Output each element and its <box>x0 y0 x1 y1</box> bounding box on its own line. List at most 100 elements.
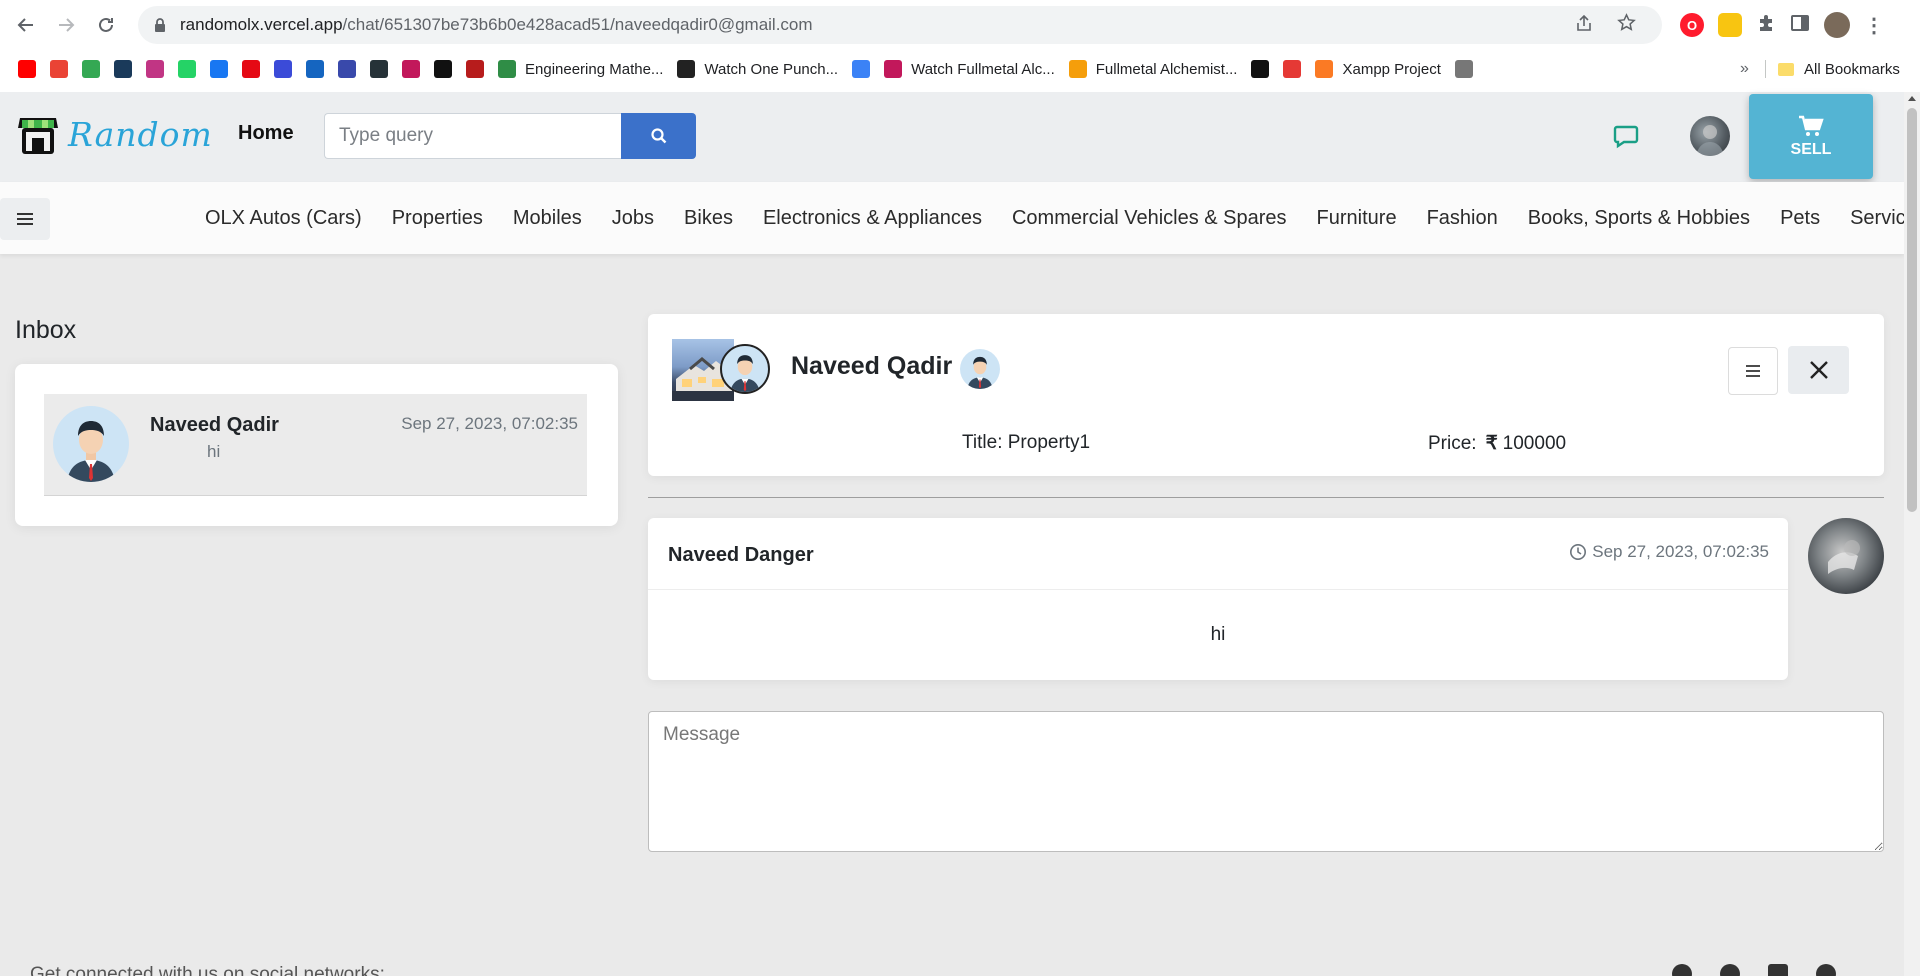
conversation-item[interactable]: Naveed Qadir Sep 27, 2023, 07:02:35 hi <box>44 394 587 496</box>
forward-button[interactable] <box>46 5 86 45</box>
swoosh-icon <box>1251 60 1270 78</box>
category-link[interactable]: Electronics & Appliances <box>748 207 997 230</box>
category-link[interactable]: OLX Autos (Cars) <box>190 207 377 230</box>
keep-extension-icon[interactable] <box>1718 13 1742 37</box>
bookmark-item[interactable]: Watch Fullmetal Alc... <box>884 54 1055 84</box>
message-card: Naveed Danger Sep 27, 2023, 07:02:35 hi <box>648 518 1788 680</box>
instagram-icon <box>146 60 164 78</box>
bookmark-item[interactable] <box>434 54 452 84</box>
search-input[interactable] <box>324 113 621 159</box>
store-icon <box>18 112 58 156</box>
chat-menu-button[interactable] <box>1728 347 1778 395</box>
category-list: OLX Autos (Cars) Properties Mobiles Jobs Bik… <box>190 182 1920 254</box>
bookmark-item[interactable] <box>306 54 324 84</box>
share-icon[interactable] <box>1575 14 1593 37</box>
category-link[interactable]: Furniture <box>1302 207 1412 230</box>
bookmark-item[interactable] <box>210 54 228 84</box>
message-header: Naveed Danger Sep 27, 2023, 07:02:35 <box>648 518 1788 590</box>
chat-bubble-icon[interactable] <box>1612 122 1640 150</box>
instagram-icon[interactable] <box>1720 964 1740 976</box>
inbox-title: Inbox <box>15 316 77 344</box>
bookmark-item[interactable] <box>338 54 356 84</box>
message-timestamp: Sep 27, 2023, 07:02:35 <box>1569 542 1769 562</box>
category-link[interactable]: Jobs <box>597 207 669 230</box>
lock-icon <box>154 18 168 32</box>
bookmark-star-icon[interactable] <box>1617 13 1636 37</box>
category-link[interactable]: Fashion <box>1412 207 1513 230</box>
menu-toggle-button[interactable] <box>0 198 50 240</box>
category-link[interactable]: Pets <box>1765 207 1835 230</box>
bookmark-item[interactable] <box>1454 54 1473 84</box>
bookmark-item[interactable] <box>852 54 871 84</box>
user-avatar[interactable] <box>1690 116 1730 156</box>
bookmark-item[interactable]: Xampp Project <box>1315 54 1441 84</box>
bookmark-item[interactable]: Engineering Mathe... <box>498 54 663 84</box>
close-chat-button[interactable] <box>1788 346 1849 394</box>
opera-extension-icon[interactable]: O <box>1680 13 1704 37</box>
bookmark-item[interactable] <box>1283 54 1302 84</box>
bookmark-item[interactable] <box>402 54 420 84</box>
address-row: randomolx.vercel.app/chat/651307be73b6b0… <box>0 0 1920 50</box>
home-link[interactable]: Home <box>238 122 294 145</box>
gmail-icon <box>50 60 68 78</box>
globe-icon[interactable] <box>1672 964 1692 976</box>
kebab-menu-icon[interactable]: ⋮ <box>1864 13 1884 38</box>
bookmark-item[interactable] <box>1251 54 1270 84</box>
category-nav: OLX Autos (Cars) Properties Mobiles Jobs Bik… <box>0 182 1920 254</box>
divider <box>648 497 1884 498</box>
sell-button[interactable]: SELL <box>1749 94 1873 179</box>
grid-icon-2 <box>370 60 388 78</box>
page-scrollbar[interactable] <box>1904 92 1920 976</box>
colorful-icon-2 <box>1283 60 1302 78</box>
bookmark-item[interactable]: Fullmetal Alchemist... <box>1068 54 1238 84</box>
seller-avatar <box>720 344 770 394</box>
back-arrow-icon <box>17 18 33 32</box>
message-time-text: Sep 27, 2023, 07:02:35 <box>1592 542 1769 561</box>
play-icon <box>306 60 324 78</box>
bookmark-item[interactable] <box>178 54 196 84</box>
conversation-avatar <box>53 406 129 482</box>
linkedin-icon[interactable] <box>1768 964 1788 976</box>
scroll-up-arrow-icon[interactable] <box>1908 96 1916 101</box>
profile-avatar[interactable] <box>1824 12 1850 38</box>
side-panel-icon[interactable] <box>1790 13 1810 38</box>
close-icon <box>1809 361 1828 379</box>
maps-icon <box>82 60 100 78</box>
bookmark-item[interactable] <box>146 54 164 84</box>
bookmark-item[interactable] <box>466 54 484 84</box>
conversation-last-message: hi <box>207 442 221 461</box>
seller-name: Naveed Qadir <box>791 352 953 380</box>
category-link[interactable]: Books, Sports & Hobbies <box>1513 207 1765 230</box>
puzzle-extensions-icon[interactable] <box>1756 13 1776 38</box>
search-button[interactable] <box>621 113 696 159</box>
message-input[interactable] <box>648 711 1884 852</box>
bookmark-item[interactable]: Watch One Punch... <box>677 54 838 84</box>
forward-arrow-icon <box>59 18 75 32</box>
bookmark-item[interactable] <box>370 54 388 84</box>
bookmark-item[interactable] <box>242 54 260 84</box>
back-button[interactable] <box>6 5 46 45</box>
category-link[interactable]: Bikes <box>669 207 748 230</box>
cart-icon <box>1799 115 1824 136</box>
github-icon[interactable] <box>1816 964 1836 976</box>
scroll-thumb[interactable] <box>1907 108 1917 512</box>
category-link[interactable]: Commercial Vehicles & Spares <box>997 207 1302 230</box>
gfg-icon <box>498 60 516 78</box>
xampp-icon <box>1315 60 1334 78</box>
category-link[interactable]: Mobiles <box>498 207 597 230</box>
url-path: /chat/651307be73b6b0e428acad51/naveedqad… <box>342 15 813 34</box>
bookmark-label: Fullmetal Alchemist... <box>1095 60 1238 78</box>
bookmark-item[interactable] <box>114 54 132 84</box>
reload-button[interactable] <box>86 5 126 45</box>
address-bar[interactable]: randomolx.vercel.app/chat/651307be73b6b0… <box>138 6 1662 44</box>
bookmark-item[interactable] <box>274 54 292 84</box>
bookmark-item[interactable] <box>82 54 100 84</box>
url-host: randomolx.vercel.app <box>180 15 343 34</box>
price-value: 100000 <box>1502 432 1567 454</box>
bookmark-item[interactable] <box>18 54 36 84</box>
category-link[interactable]: Properties <box>377 207 498 230</box>
footer-social-text: Get connected with us on social networks… <box>30 964 385 976</box>
inbox-card: Naveed Qadir Sep 27, 2023, 07:02:35 hi <box>15 364 618 526</box>
site-logo[interactable]: Random <box>18 112 213 156</box>
bookmark-item[interactable] <box>50 54 68 84</box>
